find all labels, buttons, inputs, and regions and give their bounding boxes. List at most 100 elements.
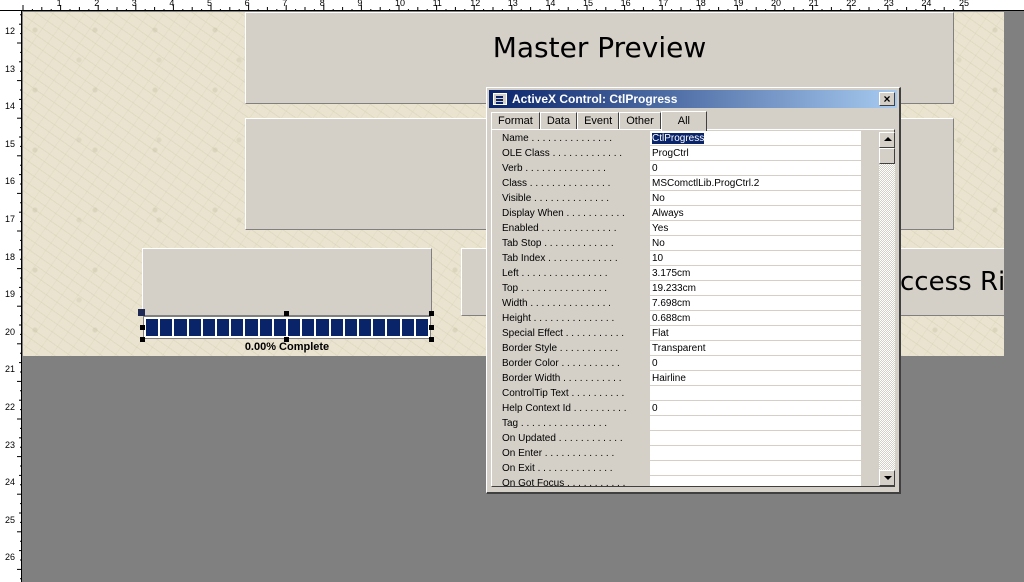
property-sheet-titlebar[interactable]: ActiveX Control: CtlProgress × (489, 90, 897, 108)
resize-handle-move[interactable] (138, 309, 145, 316)
access-design-window: 1 2 3 4 5 6 7 8 9 10 11 12 13 14 15 16 17 18 19 20 21 22 23 24 2… (0, 0, 1024, 582)
tab-data[interactable]: Data (539, 112, 578, 130)
property-row[interactable]: ControlTip Text . . . . . . . . . . (494, 386, 861, 401)
property-row[interactable]: Border Width . . . . . . . . . . . Hairli… (494, 371, 861, 386)
property-row[interactable]: Border Color . . . . . . . . . . .0 (494, 356, 861, 371)
ruler-number: 5 (207, 0, 213, 8)
property-value[interactable] (650, 476, 861, 486)
property-value[interactable]: 3.175cm (650, 266, 861, 281)
property-value[interactable]: MSComctlLib.ProgCtrl.2 (650, 176, 861, 191)
property-row[interactable]: On Enter . . . . . . . . . . . . . (494, 446, 861, 461)
property-row[interactable]: On Exit . . . . . . . . . . . . . . (494, 461, 861, 476)
ruler-number: 15 (5, 138, 16, 149)
property-value[interactable]: 0 (650, 161, 861, 176)
ruler-number: 4 (169, 0, 175, 8)
property-value[interactable]: CtlProgress (650, 131, 861, 146)
property-value[interactable]: ProgCtrl (650, 146, 861, 161)
property-value[interactable]: Flat (650, 326, 861, 341)
property-row[interactable]: Left . . . . . . . . . . . . . . . . 3.17… (494, 266, 861, 281)
property-row[interactable]: On Got Focus . . . . . . . . . . . (494, 476, 861, 486)
property-value[interactable]: 19.233cm (650, 281, 861, 296)
property-value-text: 0 (652, 358, 658, 369)
property-row[interactable]: Enabled . . . . . . . . . . . . . . Yes (494, 221, 861, 236)
property-sheet-window[interactable]: ActiveX Control: CtlProgress × Format Dat… (486, 87, 901, 494)
resize-handle-top[interactable] (284, 311, 289, 316)
access-rights-label: ccess Ri (900, 267, 1006, 297)
property-name: Border Style . . . . . . . . . . . (494, 341, 650, 356)
tab-format[interactable]: Format (491, 112, 540, 130)
property-value[interactable]: No (650, 191, 861, 206)
property-value[interactable]: 10 (650, 251, 861, 266)
property-row[interactable]: Class . . . . . . . . . . . . . . . MSCom… (494, 176, 861, 191)
property-value-text: 0.688cm (652, 313, 691, 324)
property-value[interactable] (650, 416, 861, 431)
property-row[interactable]: Tag . . . . . . . . . . . . . . . . (494, 416, 861, 431)
close-button[interactable]: × (879, 92, 895, 106)
property-value-text: 0 (652, 163, 658, 174)
master-preview-title: Master Preview (492, 31, 707, 64)
property-row[interactable]: Border Style . . . . . . . . . . . Transp… (494, 341, 861, 356)
horizontal-ruler[interactable]: 1 2 3 4 5 6 7 8 9 10 11 12 13 14 15 16 17 18 19 20 21 22 23 24 2… (0, 0, 1024, 11)
property-value[interactable] (650, 446, 861, 461)
tab-all[interactable]: All (660, 111, 707, 131)
property-value[interactable]: Always (650, 206, 861, 221)
status-box[interactable] (142, 248, 432, 316)
property-name: On Got Focus . . . . . . . . . . . (494, 476, 650, 486)
progress-segment (174, 319, 187, 336)
property-row[interactable]: On Updated . . . . . . . . . . . . (494, 431, 861, 446)
resize-handle-left[interactable] (140, 325, 145, 330)
property-name: On Enter . . . . . . . . . . . . . (494, 446, 650, 461)
property-value[interactable]: 0.688cm (650, 311, 861, 326)
vertical-ruler[interactable]: 12 13 14 15 16 17 18 19 20 21 22 23 24 25 26 (0, 11, 22, 582)
property-value[interactable]: Yes (650, 221, 861, 236)
property-name: Verb . . . . . . . . . . . . . . . (494, 161, 650, 176)
property-value[interactable]: Hairline (650, 371, 861, 386)
property-value[interactable]: No (650, 236, 861, 251)
property-row[interactable]: Height . . . . . . . . . . . . . . . 0.68… (494, 311, 861, 326)
scroll-thumb[interactable] (879, 148, 895, 164)
property-value-text: MSComctlLib.ProgCtrl.2 (652, 178, 760, 189)
property-name: Class . . . . . . . . . . . . . . . (494, 176, 650, 191)
property-scrollbar[interactable] (879, 132, 895, 486)
property-value-text: Flat (652, 328, 669, 339)
property-value[interactable]: 0 (650, 356, 861, 371)
property-value[interactable] (650, 386, 861, 401)
property-value[interactable] (650, 461, 861, 476)
property-row[interactable]: Tab Stop . . . . . . . . . . . . . No (494, 236, 861, 251)
property-name: Border Width . . . . . . . . . . . (494, 371, 650, 386)
property-value[interactable]: Transparent (650, 341, 861, 356)
resize-handle-right[interactable] (429, 325, 434, 330)
property-value-text: CtlProgress (652, 133, 705, 144)
property-row[interactable]: Visible . . . . . . . . . . . . . . No (494, 191, 861, 206)
tab-other[interactable]: Other (619, 112, 661, 130)
property-row[interactable]: Top . . . . . . . . . . . . . . . . 19.23… (494, 281, 861, 296)
property-row[interactable]: Tab Index . . . . . . . . . . . . . 10 (494, 251, 861, 266)
property-row[interactable]: Special Effect . . . . . . . . . . . Flat (494, 326, 861, 341)
property-value-text: Yes (652, 223, 669, 234)
property-sheet-icon (493, 93, 507, 105)
property-value-text: Hairline (652, 373, 686, 384)
progress-bar-control[interactable] (143, 316, 431, 339)
ruler-number: 11 (432, 0, 442, 8)
ruler-number: 23 (5, 439, 16, 450)
property-sheet-title: ActiveX Control: CtlProgress (512, 92, 678, 106)
progress-segment (146, 319, 159, 336)
ruler-number: 24 (921, 0, 932, 8)
property-row[interactable]: Display When . . . . . . . . . . . Always (494, 206, 861, 221)
property-value[interactable]: 0 (650, 401, 861, 416)
property-row[interactable]: Verb . . . . . . . . . . . . . . .0 (494, 161, 861, 176)
tab-event[interactable]: Event (577, 112, 620, 130)
progress-segment (259, 319, 272, 336)
property-row[interactable]: Name . . . . . . . . . . . . . . . CtlPro… (494, 131, 861, 146)
resize-handle-top-right[interactable] (429, 311, 434, 316)
scroll-up-arrow-icon[interactable] (879, 132, 895, 148)
property-value-text: No (652, 238, 665, 249)
property-sheet-body: Name . . . . . . . . . . . . . . . CtlPro… (491, 129, 895, 487)
property-value[interactable] (650, 431, 861, 446)
progress-label[interactable]: 0.00% Complete (143, 341, 431, 353)
scroll-down-arrow-icon[interactable] (879, 470, 895, 486)
property-row[interactable]: OLE Class . . . . . . . . . . . . . ProgC… (494, 146, 861, 161)
property-row[interactable]: Width . . . . . . . . . . . . . . . 7.698… (494, 296, 861, 311)
property-row[interactable]: Help Context Id . . . . . . . . . .0 (494, 401, 861, 416)
property-value[interactable]: 7.698cm (650, 296, 861, 311)
